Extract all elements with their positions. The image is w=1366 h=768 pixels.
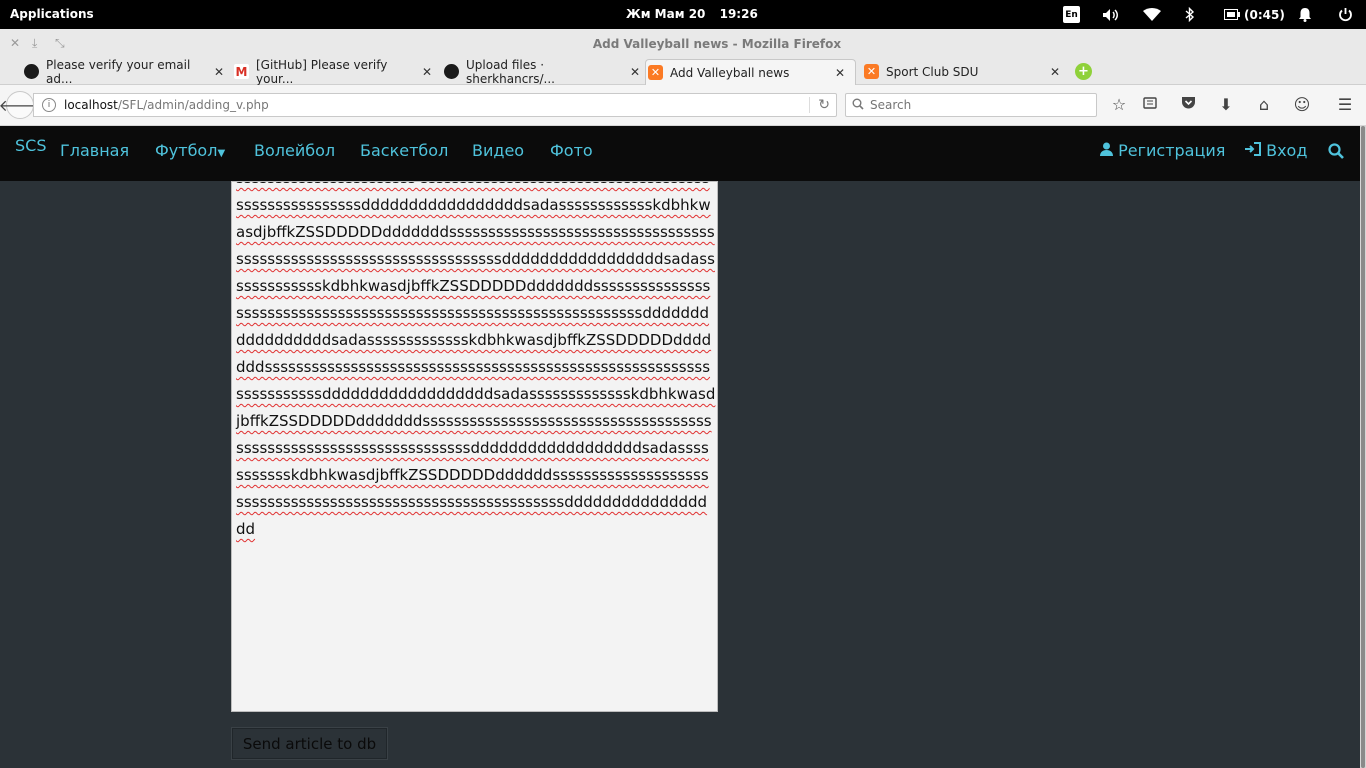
xampp-icon: ✕ xyxy=(864,64,879,79)
send-article-button[interactable]: Send article to db xyxy=(231,727,388,760)
user-icon xyxy=(1100,141,1118,160)
search-input[interactable] xyxy=(870,98,1070,112)
send-article-label: Send article to db xyxy=(242,734,377,753)
new-tab-button[interactable]: + xyxy=(1075,63,1092,80)
tab-label: [GitHub] Please verify your... xyxy=(256,58,388,86)
close-tab-icon[interactable]: ✕ xyxy=(1050,65,1060,79)
site-info-icon[interactable]: i xyxy=(42,98,56,112)
language-badge: En xyxy=(1063,6,1080,23)
downloads-icon[interactable]: ⬇ xyxy=(1216,95,1236,114)
nav-home[interactable]: Главная xyxy=(60,141,129,160)
github-icon xyxy=(444,64,459,79)
navigation-toolbar: 🡐 i localhost/SFL/admin/adding_v.php ↻ ☆… xyxy=(0,85,1366,126)
site-search-icon[interactable] xyxy=(1328,143,1344,163)
xampp-icon: ✕ xyxy=(648,65,663,80)
window-titlebar: ✕ ⤓ ⤡ Add Valleyball news - Mozilla Fire… xyxy=(0,29,1366,57)
register-link[interactable]: Регистрация xyxy=(1100,141,1225,160)
clock-date: Жм Мам 20 xyxy=(626,7,706,21)
register-label: Регистрация xyxy=(1118,141,1226,160)
window-title: Add Valleyball news - Mozilla Firefox xyxy=(592,37,842,51)
tab-github-verify[interactable]: Please verify your email ad... ✕ xyxy=(22,58,224,86)
bookmark-star-icon[interactable]: ☆ xyxy=(1109,95,1129,114)
menu-hamburger-icon[interactable]: ☰ xyxy=(1335,95,1355,114)
url-path: /SFL/admin/adding_v.php xyxy=(117,98,269,112)
hello-chat-icon[interactable]: ☺ xyxy=(1292,95,1312,114)
home-icon[interactable]: ⌂ xyxy=(1254,95,1274,114)
nav-photo[interactable]: Фото xyxy=(550,141,593,160)
reload-icon[interactable]: ↻ xyxy=(809,97,830,113)
applications-menu[interactable]: Applications xyxy=(10,7,94,21)
nav-video[interactable]: Видео xyxy=(472,141,524,160)
battery-time: (0:45) xyxy=(1244,7,1285,22)
keyboard-layout-indicator[interactable]: En xyxy=(1063,6,1080,23)
url-host: localhost xyxy=(64,98,118,112)
scrollbar-thumb[interactable] xyxy=(1361,126,1365,768)
site-brand[interactable]: SCS xyxy=(15,136,46,155)
battery-icon[interactable] xyxy=(1224,6,1240,23)
tab-sport-club-sdu[interactable]: ✕ Sport Club SDU ✕ xyxy=(862,59,1060,85)
close-tab-icon[interactable]: ✕ xyxy=(214,65,224,79)
clock-time: 19:26 xyxy=(719,7,758,21)
volume-icon[interactable] xyxy=(1102,6,1120,23)
system-top-bar: Applications Жм Мам 20 19:26 En (0:45) xyxy=(0,0,1366,29)
power-icon[interactable] xyxy=(1338,6,1353,23)
tab-label: Please verify your email ad... xyxy=(46,58,191,86)
notification-bell-icon[interactable] xyxy=(1298,6,1312,23)
nav-volleyball[interactable]: Волейбол xyxy=(254,141,335,160)
github-icon xyxy=(24,64,39,79)
sign-in-icon xyxy=(1245,141,1266,160)
login-label: Вход xyxy=(1266,141,1308,160)
article-textarea[interactable]: sssssssssssssssssssssss ssssssssssssssss… xyxy=(231,181,718,712)
nav-football[interactable]: Футбол▼ xyxy=(155,141,225,160)
page-scrollbar[interactable] xyxy=(1360,126,1366,768)
caret-down-icon: ▼ xyxy=(217,148,226,159)
gmail-icon: M xyxy=(234,64,249,79)
nav-basketball[interactable]: Баскетбол xyxy=(360,141,448,160)
tab-label: Sport Club SDU xyxy=(886,65,979,79)
tab-upload-files[interactable]: Upload files · sherkhancrs/... ✕ xyxy=(442,58,640,86)
bluetooth-icon[interactable] xyxy=(1185,6,1195,23)
search-bar[interactable] xyxy=(845,93,1097,117)
reading-list-icon[interactable] xyxy=(1140,95,1160,114)
nav-football-label: Футбол xyxy=(155,141,218,160)
page-content: sssssssssssssssssssssss ssssssssssssssss… xyxy=(0,181,1360,768)
tab-strip: Please verify your email ad... ✕ M [GitH… xyxy=(0,57,1366,86)
article-text: sssssssssssssssssssssss ssssssssssssssss… xyxy=(236,182,716,538)
search-icon xyxy=(852,98,864,113)
pocket-icon[interactable] xyxy=(1178,95,1198,114)
close-tab-icon[interactable]: ✕ xyxy=(422,65,432,79)
login-link[interactable]: Вход xyxy=(1245,141,1307,160)
close-tab-icon[interactable]: ✕ xyxy=(630,65,640,79)
close-tab-icon[interactable]: ✕ xyxy=(835,66,845,80)
back-button[interactable]: 🡐 xyxy=(0,91,41,119)
tab-add-valleyball-news[interactable]: ✕ Add Valleyball news ✕ xyxy=(645,59,856,85)
wifi-icon[interactable] xyxy=(1143,6,1161,23)
clock[interactable]: Жм Мам 20 19:26 xyxy=(626,7,768,21)
site-navbar: SCS Главная Футбол▼ Волейбол Баскетбол В… xyxy=(0,126,1360,181)
tab-label: Add Valleyball news xyxy=(670,65,790,80)
url-bar[interactable]: i localhost/SFL/admin/adding_v.php ↻ xyxy=(33,93,837,117)
tab-label: Upload files · sherkhancrs/... xyxy=(466,58,555,86)
tab-gmail-github[interactable]: M [GitHub] Please verify your... ✕ xyxy=(232,58,432,86)
